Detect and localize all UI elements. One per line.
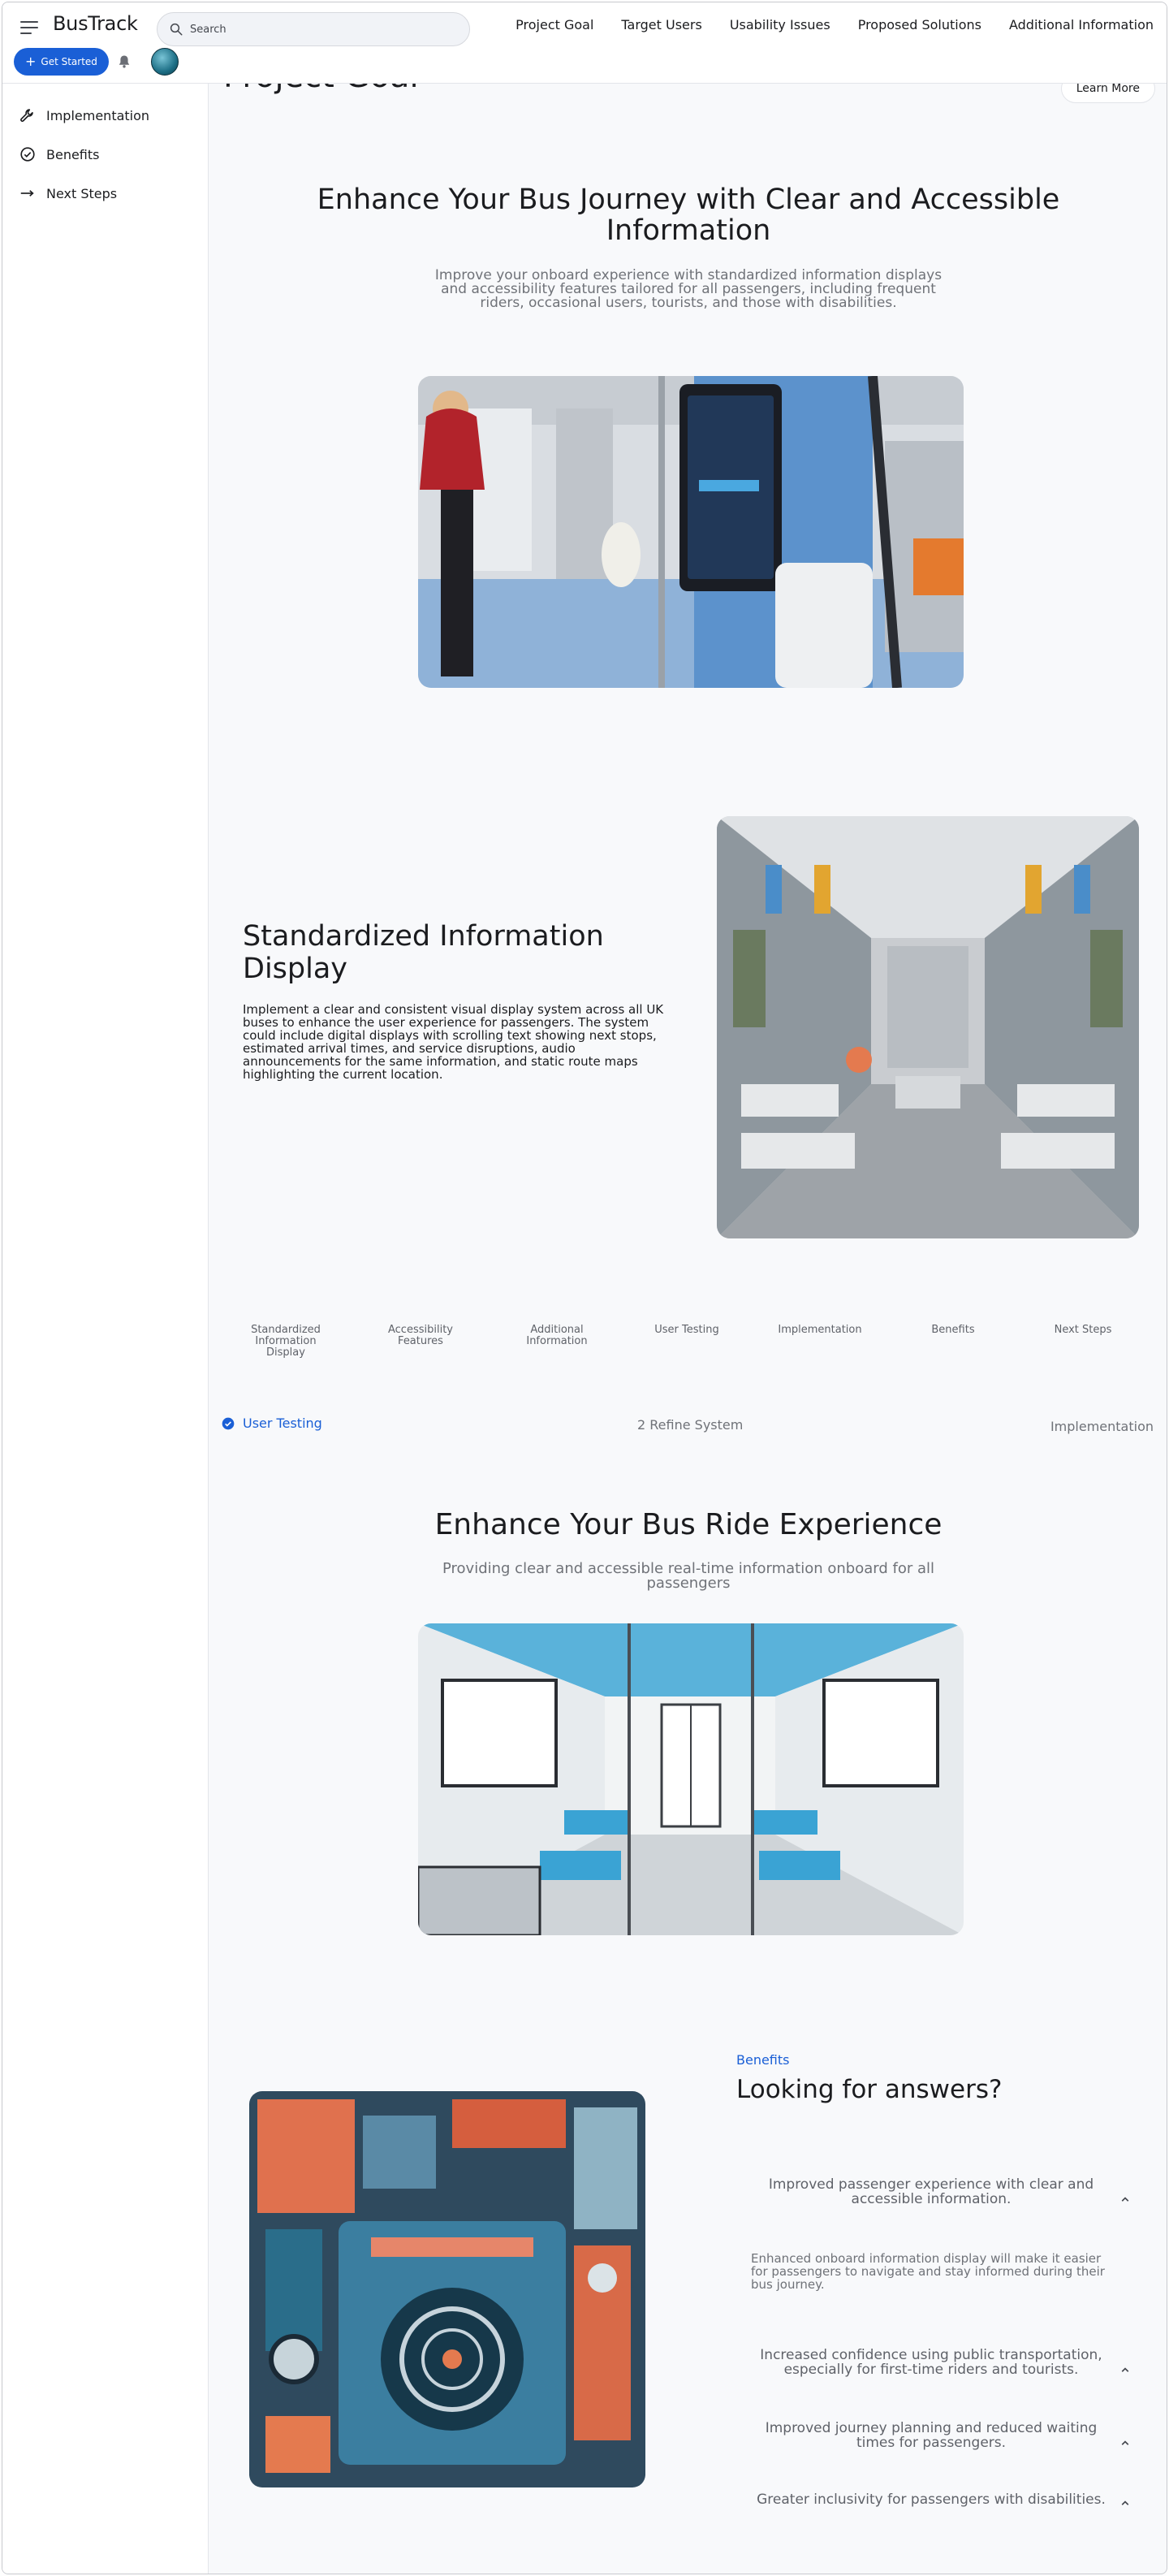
sidebar-item-label: Benefits [46, 146, 100, 162]
main-content: Project Goal Learn More Enhance Your Bus… [209, 2, 1167, 2574]
get-started-label: Get Started [41, 56, 97, 67]
avatar[interactable] [151, 48, 179, 76]
section-tabs: Standardized Information Display Accessi… [209, 1325, 1167, 1373]
faq-question-4[interactable]: Greater inclusivity for passengers with … [736, 2492, 1126, 2507]
tab-benefits[interactable]: Benefits [908, 1325, 998, 1336]
plus-icon: + [25, 54, 37, 69]
chevron-up-icon[interactable] [1118, 2192, 1132, 2206]
faq-answer-1: Enhanced onboard information display wil… [751, 2251, 1105, 2292]
chevron-up-icon[interactable] [1118, 2436, 1132, 2450]
step-implementation[interactable]: Implementation [1050, 1419, 1154, 1434]
retro-collage-image [249, 2091, 645, 2487]
faq-question-3[interactable]: Improved journey planning and reduced wa… [736, 2421, 1126, 2450]
nav-proposed-solutions[interactable]: Proposed Solutions [858, 17, 981, 32]
sidebar-item-next-steps[interactable]: Next Steps [19, 184, 117, 202]
top-nav: Project Goal Target Users Usability Issu… [488, 17, 1154, 32]
nav-target-users[interactable]: Target Users [621, 17, 701, 32]
hero-image [418, 376, 964, 688]
get-started-button[interactable]: + Get Started [14, 48, 109, 76]
search-icon [170, 23, 183, 36]
faq-title: Looking for answers? [736, 2075, 1003, 2104]
tab-accessibility-features[interactable]: Accessibility Features [376, 1325, 465, 1347]
ride-subtitle: Providing clear and accessible real-time… [442, 1560, 934, 1592]
progress-stepper: User Testing 2 Refine System Implementat… [209, 1414, 1167, 1438]
feature-description: Implement a clear and consistent visual … [243, 1002, 664, 1082]
check-circle-icon [20, 147, 35, 162]
app-window: BusTrack Project Goal Target Users Usabi… [2, 2, 1167, 2574]
sidebar-item-label: Next Steps [46, 185, 118, 201]
hero-subtitle: Improve your onboard experience with sta… [434, 267, 943, 311]
tab-implementation[interactable]: Implementation [775, 1325, 865, 1336]
chevron-up-icon[interactable] [1118, 2496, 1132, 2510]
wrench-icon [20, 109, 33, 122]
bell-icon[interactable] [116, 53, 132, 71]
top-app-bar: BusTrack Project Goal Target Users Usabi… [2, 2, 1167, 84]
sidebar-item-label: Implementation [46, 107, 150, 123]
hero-title: Enhance Your Bus Journey with Clear and … [317, 184, 1060, 247]
nav-additional-information[interactable]: Additional Information [1009, 17, 1154, 32]
check-circle-icon [222, 1417, 235, 1429]
faq-kicker: Benefits [736, 2052, 790, 2068]
faq-question-2[interactable]: Increased confidence using public transp… [736, 2348, 1126, 2377]
brand-logo[interactable]: BusTrack [53, 12, 138, 35]
tab-standardized-information-display[interactable]: Standardized Information Display [241, 1325, 330, 1359]
step-user-testing[interactable]: User Testing [222, 1416, 322, 1431]
search-bar[interactable] [157, 12, 470, 46]
menu-icon[interactable] [20, 20, 38, 35]
ride-title: Enhance Your Bus Ride Experience [434, 1508, 943, 1541]
nav-usability-issues[interactable]: Usability Issues [730, 17, 830, 32]
sidebar-item-benefits[interactable]: Benefits [19, 145, 100, 163]
step-refine-system[interactable]: 2 Refine System [637, 1417, 743, 1433]
chevron-up-icon[interactable] [1118, 2362, 1132, 2377]
sidebar-item-implementation[interactable]: Implementation [19, 106, 149, 124]
sidebar: Implementation Benefits Next Steps [2, 84, 209, 2574]
tab-additional-information[interactable]: Additional Information [512, 1325, 602, 1347]
faq-question-1[interactable]: Improved passenger experience with clear… [736, 2177, 1126, 2206]
arrow-right-icon [20, 190, 34, 197]
bus-interior-image [717, 816, 1139, 1238]
tab-next-steps[interactable]: Next Steps [1038, 1325, 1128, 1336]
feature-title: Standardized Information Display [243, 920, 604, 985]
tab-user-testing[interactable]: User Testing [642, 1325, 731, 1336]
nav-project-goal[interactable]: Project Goal [515, 17, 593, 32]
search-input[interactable] [190, 23, 450, 36]
bus-illustration-image [418, 1623, 964, 1935]
